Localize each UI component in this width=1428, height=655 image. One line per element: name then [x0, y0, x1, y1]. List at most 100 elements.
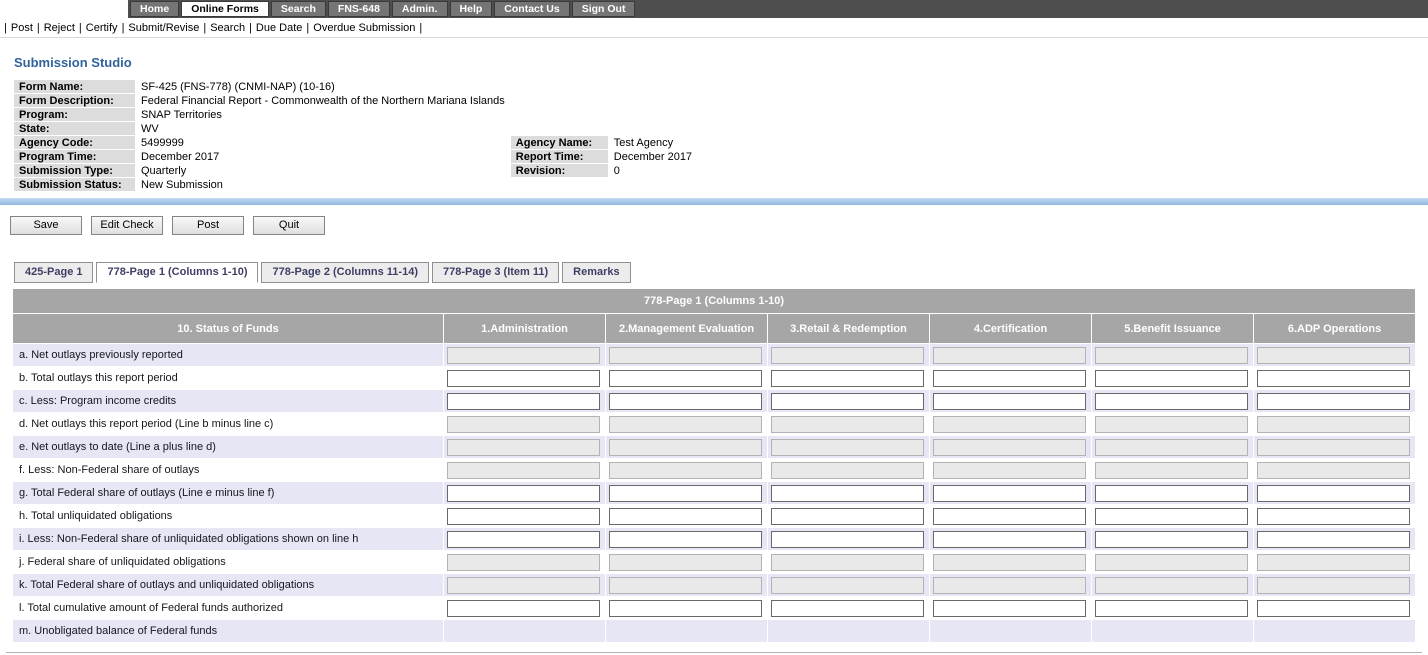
nav-item-sign-out[interactable]: Sign Out — [572, 1, 636, 17]
input-h-col4[interactable] — [933, 508, 1086, 525]
nav-item-online-forms[interactable]: Online Forms — [181, 1, 269, 17]
input-l-col5[interactable] — [1095, 600, 1248, 617]
input-h-col2[interactable] — [609, 508, 762, 525]
tab-778-page-1-columns-1-10[interactable]: 778-Page 1 (Columns 1-10) — [96, 262, 258, 283]
input-b-col1[interactable] — [447, 370, 600, 387]
grid-row-d: d. Net outlays this report period (Line … — [13, 413, 1415, 435]
row-label-g: g. Total Federal share of outlays (Line … — [13, 482, 443, 504]
grid-cell-m-4 — [930, 620, 1091, 642]
nav-item-admin[interactable]: Admin. — [392, 1, 448, 17]
grid-cell-l-1 — [444, 597, 605, 619]
tab-425-page-1[interactable]: 425-Page 1 — [14, 262, 93, 283]
grid-cell-m-6 — [1254, 620, 1415, 642]
input-b-col6[interactable] — [1257, 370, 1410, 387]
col-header-5-benefit-issuance: 5.Benefit Issuance — [1092, 314, 1253, 343]
action-link-post[interactable]: Post — [7, 22, 37, 34]
input-g-col2[interactable] — [609, 485, 762, 502]
input-g-col4[interactable] — [933, 485, 1086, 502]
input-c-col3[interactable] — [771, 393, 924, 410]
input-g-col6[interactable] — [1257, 485, 1410, 502]
details-label: Submission Status: — [14, 178, 135, 191]
input-d-col4 — [933, 416, 1086, 433]
input-c-col5[interactable] — [1095, 393, 1248, 410]
input-g-col1[interactable] — [447, 485, 600, 502]
input-l-col1[interactable] — [447, 600, 600, 617]
input-h-col3[interactable] — [771, 508, 924, 525]
input-h-col1[interactable] — [447, 508, 600, 525]
details-value: Federal Financial Report - Commonwealth … — [136, 94, 510, 107]
grid-cell-g-6 — [1254, 482, 1415, 504]
grid-cell-c-4 — [930, 390, 1091, 412]
nav-item-fns-648[interactable]: FNS-648 — [328, 1, 390, 17]
input-i-col4[interactable] — [933, 531, 1086, 548]
col-header-2-management-evaluation: 2.Management Evaluation — [606, 314, 767, 343]
input-c-col4[interactable] — [933, 393, 1086, 410]
nav-item-home[interactable]: Home — [130, 1, 179, 17]
action-link-submit-revise[interactable]: Submit/Revise — [124, 22, 203, 34]
details-label: State: — [14, 122, 135, 135]
details-value: December 2017 — [136, 150, 510, 163]
details-row-submission-status: Submission Status:New Submission — [14, 178, 929, 191]
action-link-due-date[interactable]: Due Date — [252, 22, 306, 34]
grid-cell-c-2 — [606, 390, 767, 412]
grid-cell-l-3 — [768, 597, 929, 619]
tab-remarks[interactable]: Remarks — [562, 262, 630, 283]
nav-item-contact-us[interactable]: Contact Us — [494, 1, 569, 17]
grid-cell-j-3 — [768, 551, 929, 573]
save-button[interactable]: Save — [10, 216, 82, 235]
input-c-col6[interactable] — [1257, 393, 1410, 410]
post-button[interactable]: Post — [172, 216, 244, 235]
input-a-col4 — [933, 347, 1086, 364]
input-h-col5[interactable] — [1095, 508, 1248, 525]
input-f-col5 — [1095, 462, 1248, 479]
nav-item-search[interactable]: Search — [271, 1, 326, 17]
input-i-col3[interactable] — [771, 531, 924, 548]
grid-cell-l-2 — [606, 597, 767, 619]
details-label: Agency Code: — [14, 136, 135, 149]
input-l-col3[interactable] — [771, 600, 924, 617]
input-b-col5[interactable] — [1095, 370, 1248, 387]
input-g-col5[interactable] — [1095, 485, 1248, 502]
input-g-col3[interactable] — [771, 485, 924, 502]
action-link-search[interactable]: Search — [206, 22, 249, 34]
tab-778-page-2-columns-11-14[interactable]: 778-Page 2 (Columns 11-14) — [261, 262, 429, 283]
row-label-l: l. Total cumulative amount of Federal fu… — [13, 597, 443, 619]
input-l-col2[interactable] — [609, 600, 762, 617]
action-link-certify[interactable]: Certify — [82, 22, 122, 34]
grid-cell-d-6 — [1254, 413, 1415, 435]
input-b-col2[interactable] — [609, 370, 762, 387]
input-i-col2[interactable] — [609, 531, 762, 548]
grid-row-g: g. Total Federal share of outlays (Line … — [13, 482, 1415, 504]
grid-cell-g-4 — [930, 482, 1091, 504]
input-h-col6[interactable] — [1257, 508, 1410, 525]
action-link-overdue-submission[interactable]: Overdue Submission — [309, 22, 419, 34]
grid-cell-k-5 — [1092, 574, 1253, 596]
edit-check-button[interactable]: Edit Check — [91, 216, 163, 235]
input-b-col3[interactable] — [771, 370, 924, 387]
grid-cell-d-5 — [1092, 413, 1253, 435]
details-empty-cell — [609, 178, 929, 191]
input-i-col6[interactable] — [1257, 531, 1410, 548]
input-e-col1 — [447, 439, 600, 456]
input-c-col2[interactable] — [609, 393, 762, 410]
row-label-f: f. Less: Non-Federal share of outlays — [13, 459, 443, 481]
tab-778-page-3-item-11[interactable]: 778-Page 3 (Item 11) — [432, 262, 559, 283]
action-link-reject[interactable]: Reject — [40, 22, 79, 34]
grid-row-f: f. Less: Non-Federal share of outlays — [13, 459, 1415, 481]
grid-cell-h-4 — [930, 505, 1091, 527]
row-label-k: k. Total Federal share of outlays and un… — [13, 574, 443, 596]
input-i-col1[interactable] — [447, 531, 600, 548]
input-b-col4[interactable] — [933, 370, 1086, 387]
input-l-col4[interactable] — [933, 600, 1086, 617]
details-empty-cell — [609, 80, 929, 93]
nav-item-help[interactable]: Help — [450, 1, 493, 17]
quit-button[interactable]: Quit — [253, 216, 325, 235]
input-a-col5 — [1095, 347, 1248, 364]
input-i-col5[interactable] — [1095, 531, 1248, 548]
grid-cell-b-3 — [768, 367, 929, 389]
input-c-col1[interactable] — [447, 393, 600, 410]
row-label-i: i. Less: Non-Federal share of unliquidat… — [13, 528, 443, 550]
details-value: Test Agency — [609, 136, 929, 149]
input-l-col6[interactable] — [1257, 600, 1410, 617]
grid-cell-m-3 — [768, 620, 929, 642]
